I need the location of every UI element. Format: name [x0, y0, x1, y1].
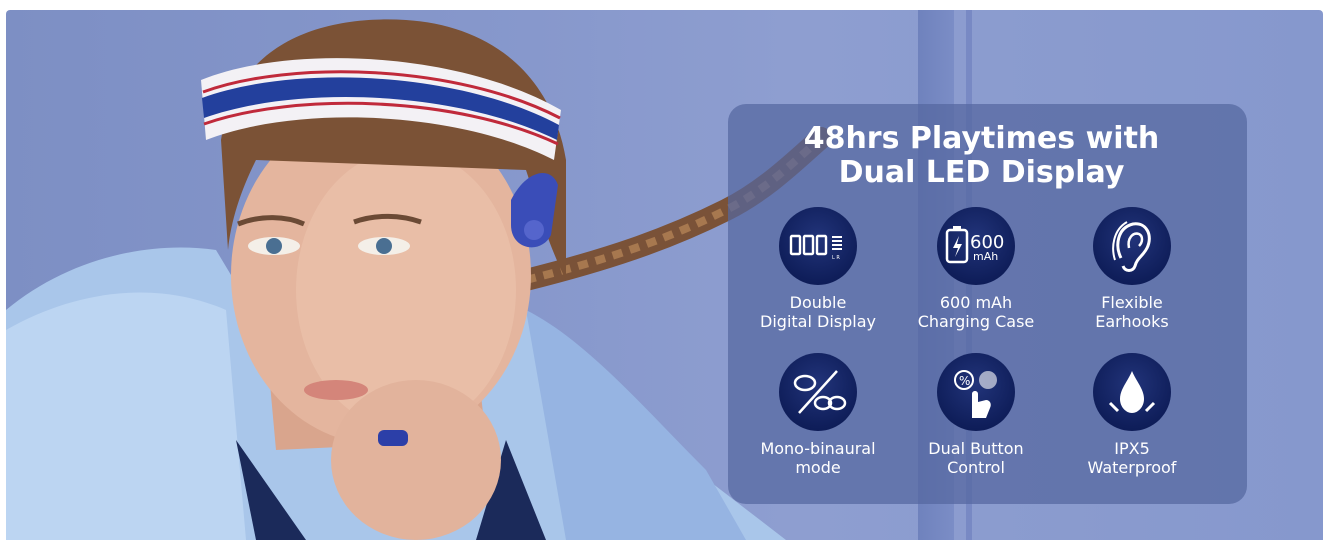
svg-text:L R: L R	[832, 255, 840, 261]
feature-label-line2: Digital Display	[760, 312, 876, 331]
feature-label-line2: Charging Case	[917, 312, 1035, 331]
feature-label-line1: 600 mAh	[939, 293, 1013, 312]
svg-text:%: %	[959, 374, 970, 388]
feature-mono-binaural: Mono-binaural mode	[743, 353, 893, 477]
feature-label-line1: Flexible	[1101, 293, 1163, 312]
feature-label-line2: mode	[795, 458, 841, 477]
feature-label-line1: Double	[789, 293, 847, 312]
headline-line-2: Dual LED Display	[838, 155, 1125, 190]
feature-flexible-earhooks: Flexible Earhooks	[1057, 207, 1207, 331]
feature-label-line1: IPX5	[1114, 439, 1150, 458]
headline-line-1: 48hrs Playtimes with	[803, 121, 1160, 156]
feature-charging-case: 600 mAh 600 mAh Charging Case	[901, 207, 1051, 331]
led-display-icon: L R	[779, 207, 857, 285]
feature-label-line2: Control	[947, 458, 1005, 477]
headline: 48hrs Playtimes with Dual LED Display	[722, 122, 1241, 190]
feature-label-line1: Mono-binaural	[760, 439, 876, 458]
feature-label-line2: Waterproof	[1087, 458, 1177, 477]
feature-dual-button-control: % Dual Button Control	[901, 353, 1051, 477]
feature-label-line2: Earhooks	[1095, 312, 1169, 331]
feature-double-digital-display: L R Double Digital Display	[743, 207, 893, 331]
feature-waterproof: IPX5 Waterproof	[1057, 353, 1207, 477]
mono-binaural-icon	[779, 353, 857, 431]
earhook-icon	[1093, 207, 1171, 285]
battery-unit-text: mAh	[973, 250, 998, 263]
waterdrop-icon	[1093, 353, 1171, 431]
battery-case-icon: 600 mAh	[937, 207, 1015, 285]
touch-button-icon: %	[937, 353, 1015, 431]
fist	[331, 380, 501, 540]
feature-label-line1: Dual Button	[928, 439, 1024, 458]
